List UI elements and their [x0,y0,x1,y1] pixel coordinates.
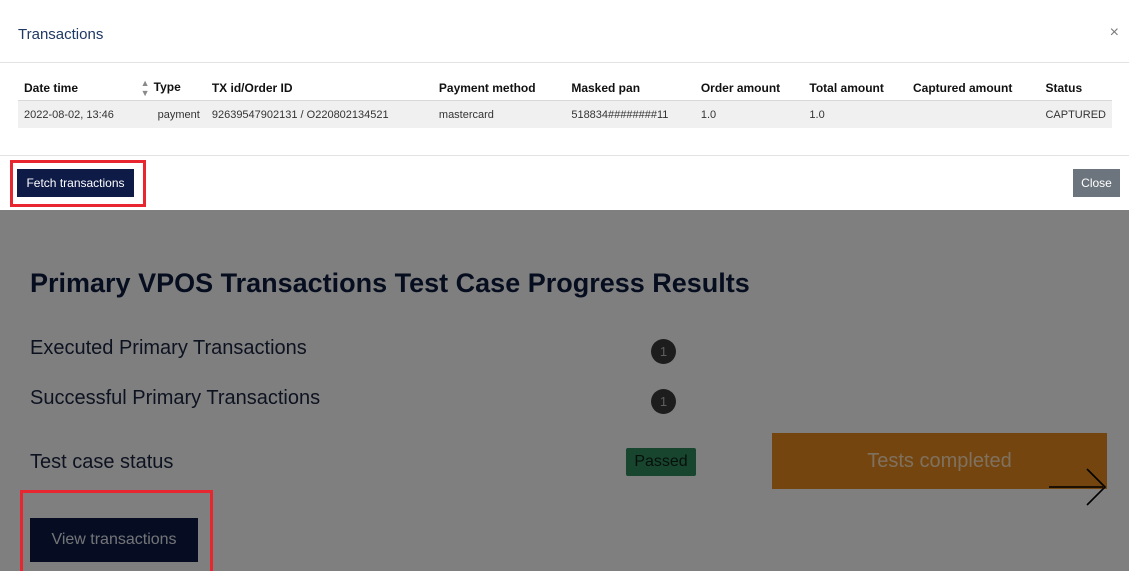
cell-order-amount: 1.0 [694,100,804,128]
column-header-tx-id[interactable]: TX id/Order ID [205,75,433,101]
cell-payment-method: mastercard [432,100,566,128]
cell-status: CAPTURED [1039,100,1112,128]
column-header-type-label: Type [153,79,181,94]
close-button[interactable]: Close [1073,169,1120,197]
cell-captured-amount [906,100,1040,128]
modal-title: Transactions [18,26,104,43]
column-header-date-time[interactable]: Date time [18,75,135,101]
column-header-captured-amount[interactable]: Captured amount [906,75,1040,101]
cell-type: payment [134,100,206,128]
close-icon[interactable]: × [1110,24,1119,42]
column-header-status[interactable]: Status [1039,75,1112,101]
cell-total-amount: 1.0 [803,100,907,128]
modal-header-divider [0,62,1129,63]
transactions-table: Date time ▲ ▼ Type TX id/Order ID Payment … [18,75,1112,128]
column-header-order-amount[interactable]: Order amount [694,75,804,101]
table-header-row: Date time ▲ ▼ Type TX id/Order ID Payment … [18,75,1112,101]
table-row[interactable]: 2022-08-02, 13:46 payment 92639547902131… [18,100,1112,128]
sort-icon[interactable]: ▲ ▼ [141,78,151,98]
transactions-modal: Transactions × Date time ▲ ▼ Type TX id/Or… [0,0,1129,210]
column-header-masked-pan[interactable]: Masked pan [565,75,695,101]
fetch-transactions-button[interactable]: Fetch transactions [17,169,134,197]
cell-tx-order-id: 92639547902131 / O220802134521 [205,100,433,128]
modal-footer-divider [0,155,1129,156]
column-header-payment-method[interactable]: Payment method [432,75,566,101]
column-header-type[interactable]: ▲ ▼ Type [134,75,206,101]
cell-masked-pan: 518834########11 [565,100,695,128]
column-header-total-amount[interactable]: Total amount [803,75,907,101]
cell-date-time: 2022-08-02, 13:46 [18,100,135,128]
